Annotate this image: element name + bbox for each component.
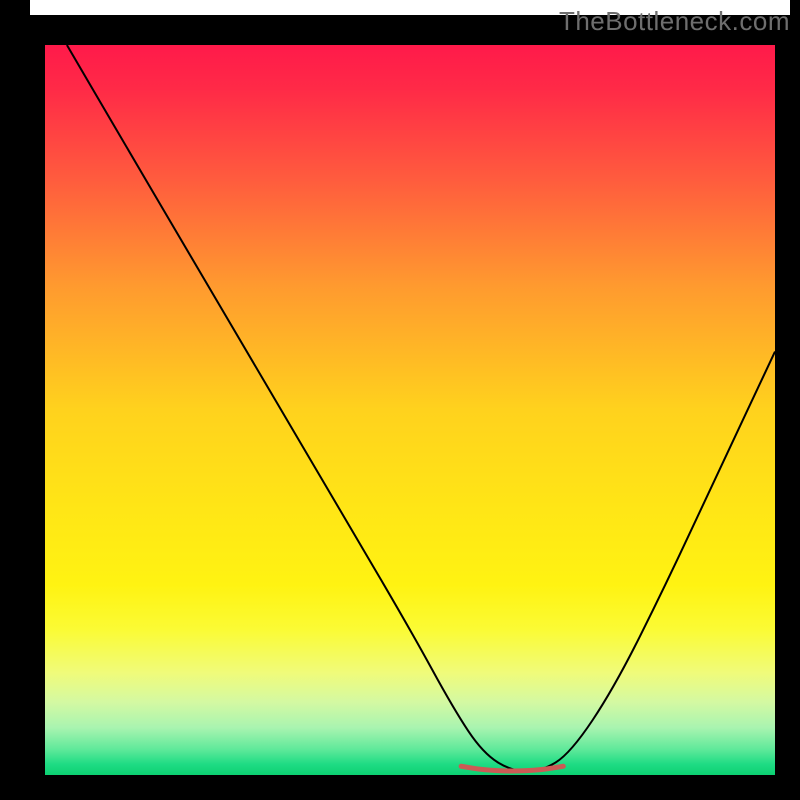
chart-svg: [0, 0, 800, 800]
chart-container: TheBottleneck.com: [0, 0, 800, 800]
chart-outer-margin: [790, 0, 800, 800]
watermark-text: TheBottleneck.com: [559, 6, 790, 37]
chart-outer-margin: [0, 0, 30, 800]
chart-background-gradient: [45, 45, 775, 775]
chart-outer-margin: [0, 790, 800, 800]
